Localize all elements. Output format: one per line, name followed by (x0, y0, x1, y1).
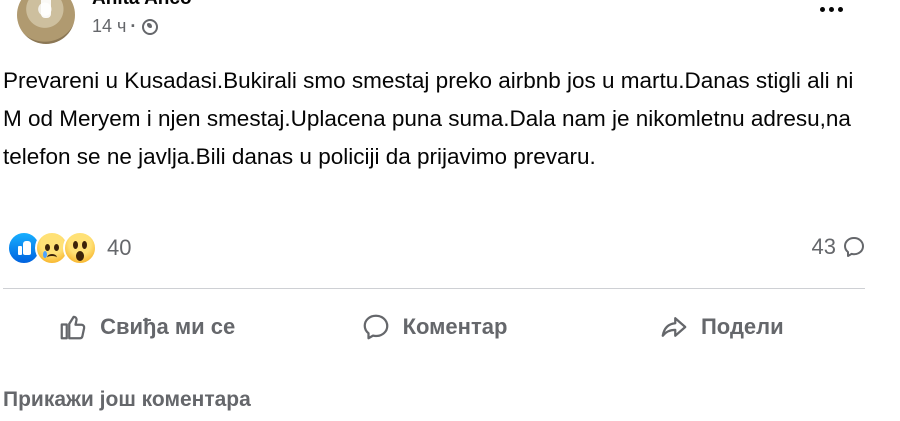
thumbs-up-icon (60, 315, 86, 340)
comment-bubble-icon (844, 237, 864, 257)
comment-icon (363, 314, 388, 340)
more-options-button[interactable] (808, 0, 854, 24)
share-arrow-icon (661, 317, 687, 337)
comment-button-label: Коментар (402, 314, 508, 339)
post-actions-bar: Свиђа ми се Коментар Подели (3, 298, 865, 356)
post-time[interactable]: 14 ч (92, 16, 126, 37)
show-more-comments-link[interactable]: Прикажи још коментара (3, 388, 251, 412)
post-meta: 14 ч · (92, 16, 159, 37)
comment-button[interactable]: Коментар (290, 298, 577, 356)
like-button[interactable]: Свиђа ми се (3, 298, 290, 356)
comment-count-link[interactable]: 43 (812, 234, 866, 260)
more-dot (837, 6, 843, 12)
share-button-label: Подели (700, 314, 784, 339)
reactions-summary[interactable]: 40 (7, 230, 131, 266)
reaction-count[interactable]: 40 (107, 235, 131, 261)
more-dots-icon (819, 6, 825, 12)
author-avatar[interactable] (17, 0, 75, 44)
wow-icon (63, 231, 97, 265)
author-name[interactable]: Anita Anco (92, 0, 192, 10)
like-button-label: Свиђа ми се (100, 314, 236, 339)
actions-divider (3, 288, 865, 289)
post-text: Prevareni u Kusadasi.Bukirali smo smesta… (3, 68, 854, 169)
globe-icon (142, 18, 159, 35)
comment-count: 43 (811, 234, 836, 259)
share-button[interactable]: Подели (578, 298, 865, 356)
meta-separator: · (130, 16, 137, 36)
more-dot (828, 6, 834, 12)
facebook-post: Anita Anco 14 ч · Prevareni u Kusadasi.B… (0, 0, 900, 421)
